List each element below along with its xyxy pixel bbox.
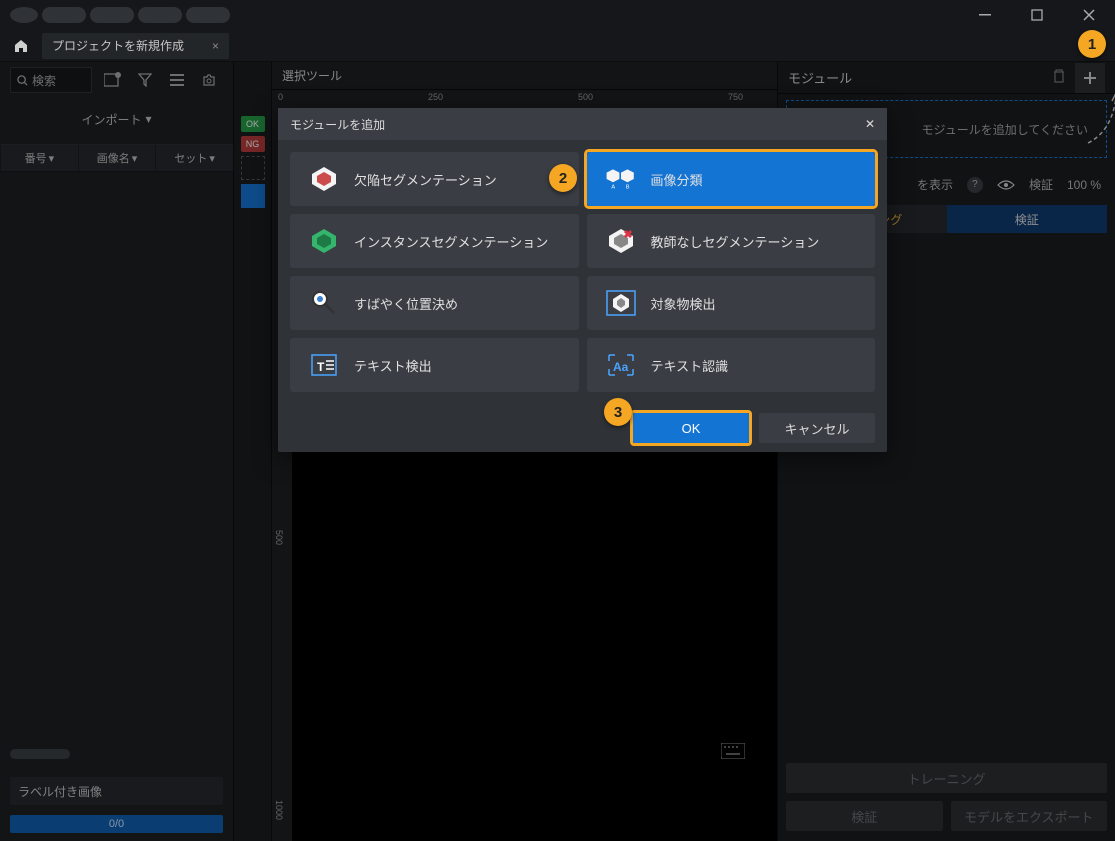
module-card-object-detection[interactable]: 対象物検出	[587, 276, 876, 330]
tab-title: プロジェクトを新規作成	[52, 37, 184, 54]
detect-icon	[605, 289, 637, 317]
module-card-text-recognition[interactable]: Aa テキスト認識	[587, 338, 876, 392]
home-icon	[13, 38, 29, 54]
classification-icon: AB	[605, 165, 637, 193]
card-label: 欠陥セグメンテーション	[354, 170, 497, 189]
maximize-button[interactable]	[1015, 0, 1059, 30]
svg-text:Aa: Aa	[613, 360, 629, 374]
dialog-body: 欠陥セグメンテーション AB 画像分類 インスタンスセグメンテーション 教師なし…	[278, 140, 887, 404]
magnifier-icon	[308, 289, 340, 317]
project-tab[interactable]: プロジェクトを新規作成 ×	[42, 33, 229, 59]
module-card-text-detection[interactable]: T テキスト検出	[290, 338, 579, 392]
dialog-close-icon[interactable]: ✕	[865, 117, 875, 131]
ok-button[interactable]: OK	[633, 413, 749, 443]
card-label: 画像分類	[651, 170, 703, 189]
title-bar	[0, 0, 1115, 30]
dialog-header: モジュールを追加 ✕	[278, 108, 887, 140]
annotation-2: 2	[549, 164, 577, 192]
card-label: すばやく位置決め	[354, 294, 458, 313]
app-menu	[4, 7, 230, 23]
menu-item[interactable]	[186, 7, 230, 23]
card-label: 対象物検出	[651, 294, 716, 313]
annotation-1: 1	[1078, 30, 1106, 58]
hex-green-icon	[308, 227, 340, 255]
menu-item[interactable]	[42, 7, 86, 23]
close-button[interactable]	[1067, 0, 1111, 30]
dialog-footer: OK キャンセル	[278, 404, 887, 452]
dialog-title: モジュールを追加	[290, 116, 385, 133]
card-label: テキスト認識	[651, 356, 729, 375]
menu-item[interactable]	[90, 7, 134, 23]
minimize-button[interactable]	[963, 0, 1007, 30]
svg-text:B: B	[625, 185, 629, 191]
card-label: インスタンスセグメンテーション	[354, 232, 548, 251]
svg-text:A: A	[611, 185, 615, 191]
window-controls	[963, 0, 1111, 30]
module-card-unsupervised-seg[interactable]: 教師なしセグメンテーション	[587, 214, 876, 268]
text-detect-icon: T	[308, 351, 340, 379]
card-label: テキスト検出	[354, 356, 432, 375]
annotation-3: 3	[604, 398, 632, 426]
tab-bar: プロジェクトを新規作成 ×	[0, 30, 1115, 62]
menu-item[interactable]	[138, 7, 182, 23]
module-card-instance-seg[interactable]: インスタンスセグメンテーション	[290, 214, 579, 268]
home-button[interactable]	[6, 32, 36, 60]
text-recognition-icon: Aa	[605, 351, 637, 379]
menu-item[interactable]	[10, 7, 38, 23]
hex-icon	[308, 165, 340, 193]
svg-text:T: T	[317, 360, 325, 374]
card-label: 教師なしセグメンテーション	[651, 232, 820, 251]
module-card-image-classification[interactable]: AB 画像分類	[587, 152, 876, 206]
tab-close-icon[interactable]: ×	[212, 39, 219, 53]
cancel-button[interactable]: キャンセル	[759, 413, 875, 443]
add-module-dialog: モジュールを追加 ✕ 欠陥セグメンテーション AB 画像分類 インスタンスセグメ…	[278, 108, 887, 452]
module-card-defect-seg[interactable]: 欠陥セグメンテーション	[290, 152, 579, 206]
hex-red-icon	[605, 227, 637, 255]
module-card-quick-locate[interactable]: すばやく位置決め	[290, 276, 579, 330]
